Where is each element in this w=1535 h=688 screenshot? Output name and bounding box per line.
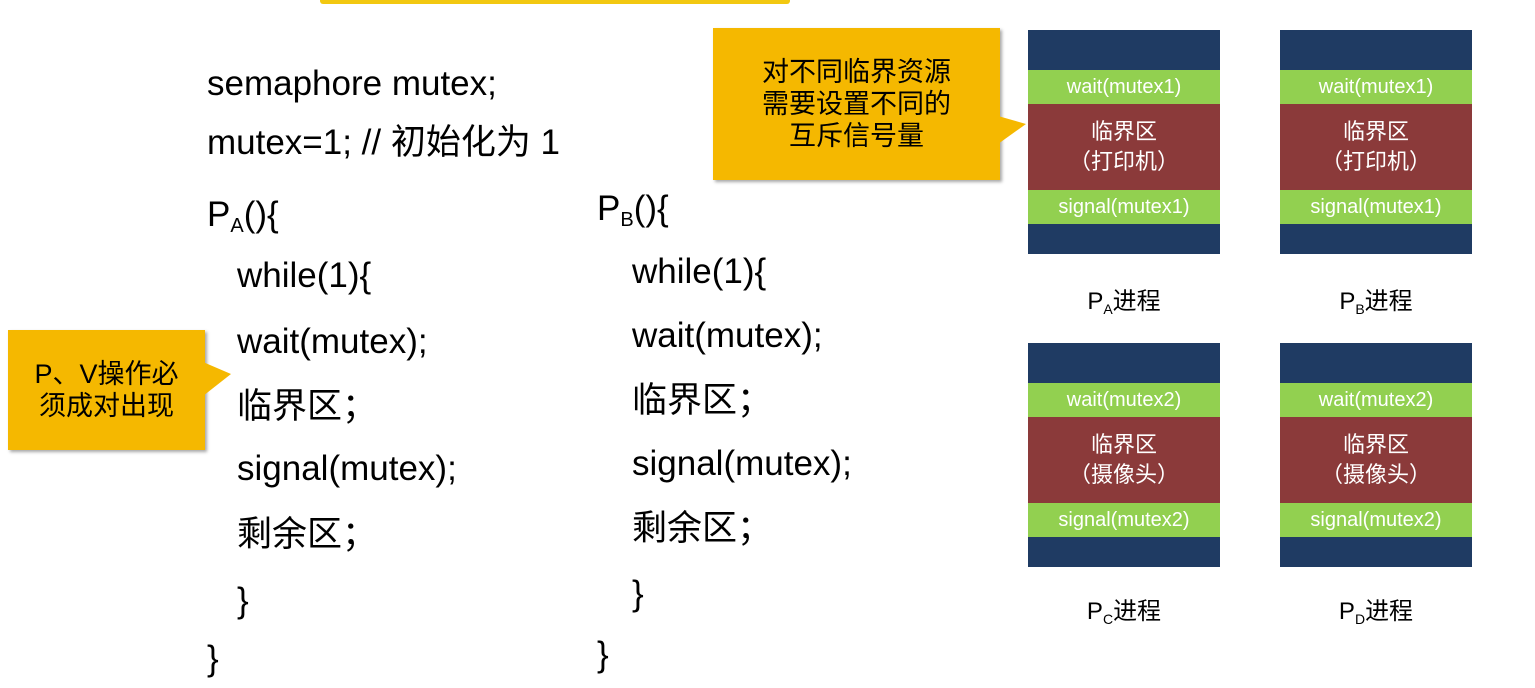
signal-bar: signal(mutex1) xyxy=(1028,190,1220,224)
process-block-b: wait(mutex1) 临界区 （打印机） signal(mutex1) xyxy=(1280,30,1472,254)
code-pb-signal: signal(mutex); xyxy=(632,444,852,483)
wait-bar: wait(mutex1) xyxy=(1280,70,1472,104)
callout-pv-pair: P、V操作必 须成对出现 xyxy=(8,330,231,450)
cs-resource: （摄像头） xyxy=(1068,462,1179,487)
critical-section-block: 临界区 （打印机） xyxy=(1280,104,1472,190)
code-pb-remainder: 剩余区； xyxy=(632,509,773,548)
code-pb-header: PB(){ xyxy=(597,189,669,231)
cs-resource: （摄像头） xyxy=(1320,462,1431,487)
callout-pv-line-1: P、V操作必 xyxy=(34,359,179,389)
process-label-a: PA进程 xyxy=(1087,288,1161,317)
code-pb-inner-close: } xyxy=(632,574,644,613)
top-accent-bar xyxy=(320,0,790,4)
wait-bar: wait(mutex2) xyxy=(1028,383,1220,417)
process-label-c: PC进程 xyxy=(1086,598,1162,627)
code-pa-wait: wait(mutex); xyxy=(237,322,428,361)
callout-mutex-line-3: 互斥信号量 xyxy=(789,121,924,151)
cs-resource: （打印机） xyxy=(1320,149,1431,174)
process-block-a: wait(mutex1) 临界区 （打印机） signal(mutex1) xyxy=(1028,30,1220,254)
code-pa-remainder: 剩余区； xyxy=(237,515,378,554)
signal-bar: signal(mutex2) xyxy=(1280,503,1472,537)
callout-pv-line-2: 须成对出现 xyxy=(39,391,174,421)
code-pa-outer-close: } xyxy=(207,639,219,678)
code-pa-critical: 临界区； xyxy=(237,387,378,426)
wait-bar: wait(mutex1) xyxy=(1028,70,1220,104)
code-pb-outer-close: } xyxy=(597,635,609,674)
wait-bar: wait(mutex2) xyxy=(1280,383,1472,417)
callout-mutex-line-1: 对不同临界资源 xyxy=(762,57,951,87)
code-mutex-init: mutex=1; // 初始化为 1 xyxy=(207,123,561,162)
process-block-d: wait(mutex2) 临界区 （摄像头） signal(mutex2) xyxy=(1280,343,1472,567)
cs-title: 临界区 xyxy=(1090,432,1157,457)
code-pa-inner-close: } xyxy=(237,581,249,620)
callout-pv-pointer xyxy=(203,362,231,396)
process-block-c: wait(mutex2) 临界区 （摄像头） signal(mutex2) xyxy=(1028,343,1220,567)
code-pa-while: while(1){ xyxy=(237,256,372,295)
process-label-d: PD进程 xyxy=(1338,598,1414,627)
code-pb-critical: 临界区； xyxy=(632,381,773,420)
callout-different-mutex: 对不同临界资源 需要设置不同的 互斥信号量 xyxy=(713,28,1026,180)
code-pb-wait: wait(mutex); xyxy=(632,316,823,355)
code-pa-signal: signal(mutex); xyxy=(237,449,457,488)
callout-mutex-line-2: 需要设置不同的 xyxy=(762,89,951,119)
critical-section-block: 临界区 （摄像头） xyxy=(1280,417,1472,503)
cs-resource: （打印机） xyxy=(1068,149,1179,174)
code-semaphore-decl: semaphore mutex; xyxy=(207,64,497,103)
process-label-b: PB进程 xyxy=(1339,288,1413,317)
critical-section-block: 临界区 （打印机） xyxy=(1028,104,1220,190)
cs-title: 临界区 xyxy=(1342,432,1409,457)
callout-mutex-pointer xyxy=(998,116,1026,144)
critical-section-block: 临界区 （摄像头） xyxy=(1028,417,1220,503)
cs-title: 临界区 xyxy=(1342,119,1409,144)
cs-title: 临界区 xyxy=(1090,119,1157,144)
signal-bar: signal(mutex2) xyxy=(1028,503,1220,537)
signal-bar: signal(mutex1) xyxy=(1280,190,1472,224)
code-pb-while: while(1){ xyxy=(632,252,767,291)
code-pa-header: PA(){ xyxy=(207,195,279,237)
